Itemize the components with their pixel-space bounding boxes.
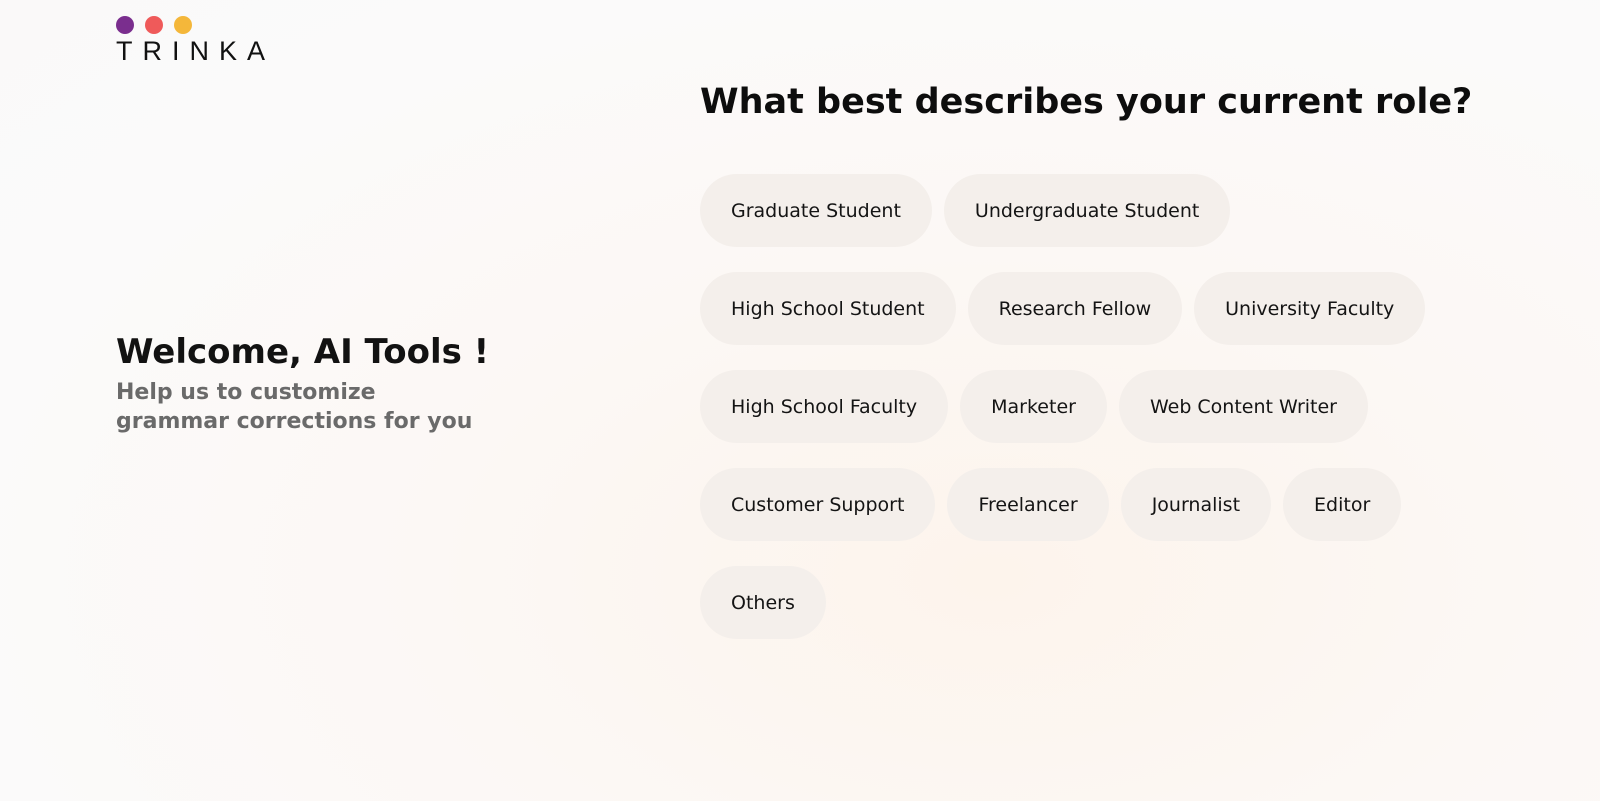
role-row-2: High School Student Research Fellow Univ… [700,272,1426,345]
role-option-freelancer[interactable]: Freelancer [947,468,1109,541]
role-option-high-school-faculty[interactable]: High School Faculty [700,370,949,443]
role-row-5: Others [700,566,826,639]
logo-text: TRINKA [116,36,276,66]
trinka-logo[interactable]: TRINKA [116,16,296,66]
role-option-marketer[interactable]: Marketer [960,370,1107,443]
role-option-customer-support[interactable]: Customer Support [700,468,936,541]
role-option-university-faculty[interactable]: University Faculty [1194,272,1426,345]
role-option-journalist[interactable]: Journalist [1120,468,1272,541]
logo-dot-yellow [174,16,192,34]
welcome-panel: Welcome, AI Tools ! Help us to customize… [116,332,576,436]
welcome-subtitle: Help us to customize grammar corrections… [116,380,473,434]
logo-dot-red [145,16,163,34]
role-option-editor[interactable]: Editor [1283,468,1402,541]
role-option-undergraduate-student[interactable]: Undergraduate Student [943,174,1231,247]
role-option-others[interactable]: Others [700,566,826,639]
role-row-4: Customer Support Freelancer Journalist E… [700,468,1402,541]
role-row-3: High School Faculty Marketer Web Content… [700,370,1368,443]
logo-dots [116,16,296,34]
role-question: What best describes your current role? [700,82,1473,122]
role-option-research-fellow[interactable]: Research Fellow [967,272,1183,345]
role-option-high-school-student[interactable]: High School Student [700,272,956,345]
logo-dot-purple [116,16,134,34]
welcome-title: Welcome, AI Tools ! [116,332,490,372]
role-row-1: Graduate Student Undergraduate Student [700,174,1231,247]
role-option-graduate-student[interactable]: Graduate Student [700,174,932,247]
role-option-web-content-writer[interactable]: Web Content Writer [1118,370,1368,443]
